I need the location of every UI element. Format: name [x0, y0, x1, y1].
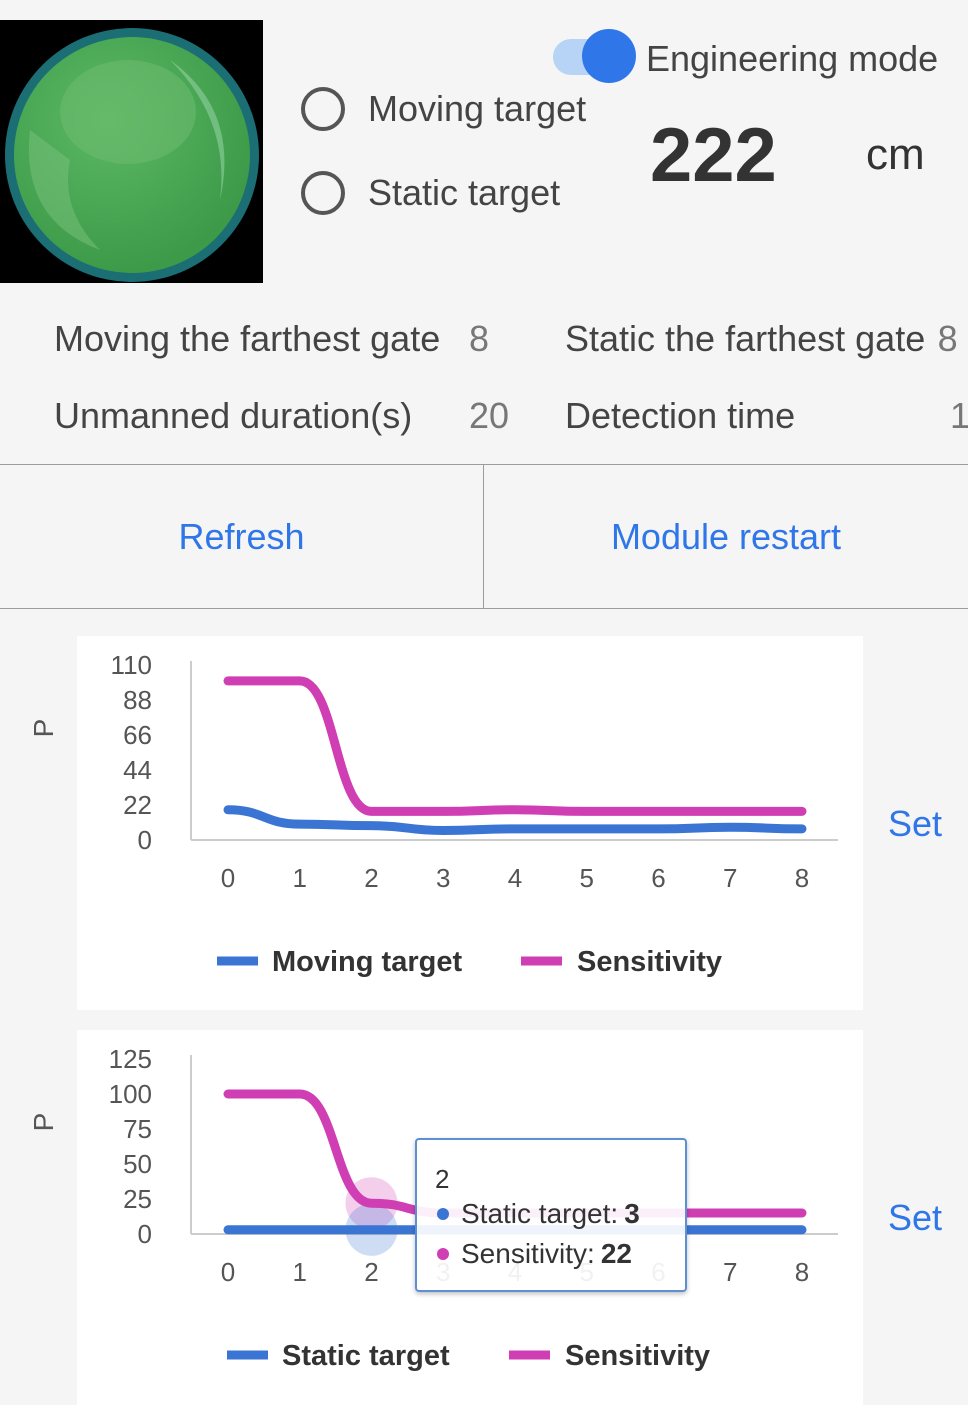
x-tick-label: 2 — [364, 1257, 378, 1287]
tooltip-series-value: 22 — [600, 1238, 632, 1269]
chart-tooltip: 2 Static target: 3 Sensitivity: 22 — [415, 1138, 687, 1292]
tooltip-x-value: 2 — [435, 1164, 450, 1194]
x-tick-label: 4 — [508, 863, 522, 893]
tooltip-row-sensitivity: Sensitivity: 22 — [437, 1238, 632, 1270]
x-tick-label: 7 — [723, 863, 737, 893]
series-dot-icon — [437, 1248, 449, 1260]
static-set-button[interactable]: Set — [888, 1197, 942, 1239]
x-tick-label: 7 — [723, 1257, 737, 1287]
x-tick-label: 1 — [293, 863, 307, 893]
legend-label: Static target — [282, 1340, 450, 1372]
y-tick-label: 88 — [123, 685, 152, 715]
y-tick-label: 75 — [123, 1114, 152, 1144]
y-tick-label: 25 — [123, 1184, 152, 1214]
y-tick-label: 66 — [123, 720, 152, 750]
series-dot-icon — [437, 1208, 449, 1220]
x-tick-label: 1 — [293, 1257, 307, 1287]
series-line-sensitivity — [223, 676, 807, 816]
x-tick-label: 0 — [221, 863, 235, 893]
y-tick-label: 110 — [111, 650, 152, 680]
y-tick-label: 125 — [109, 1044, 152, 1074]
x-tick-label: 3 — [436, 863, 450, 893]
x-tick-label: 8 — [795, 1257, 809, 1287]
x-tick-label: 6 — [651, 863, 665, 893]
legend-label: Moving target — [272, 946, 462, 978]
y-tick-label: 22 — [123, 790, 152, 820]
legend-label: Sensitivity — [577, 946, 722, 978]
y-tick-label: 44 — [123, 755, 152, 785]
x-tick-label: 5 — [580, 863, 594, 893]
y-tick-label: 0 — [138, 825, 152, 855]
tooltip-series-value: 3 — [624, 1198, 640, 1229]
y-axis-label: P — [28, 719, 59, 738]
tooltip-series-name: Sensitivity — [461, 1238, 588, 1269]
y-tick-label: 50 — [123, 1149, 152, 1179]
y-tick-label: 100 — [109, 1079, 152, 1109]
y-tick-label: 0 — [138, 1219, 152, 1249]
y-axis-label: P — [28, 1113, 59, 1132]
tooltip-row-static: Static target: 3 — [437, 1198, 640, 1230]
legend-label: Sensitivity — [565, 1340, 710, 1372]
x-tick-label: 2 — [364, 863, 378, 893]
x-tick-label: 0 — [221, 1257, 235, 1287]
tooltip-series-name: Static target — [461, 1198, 611, 1229]
x-tick-label: 8 — [795, 863, 809, 893]
moving-set-button[interactable]: Set — [888, 803, 942, 845]
